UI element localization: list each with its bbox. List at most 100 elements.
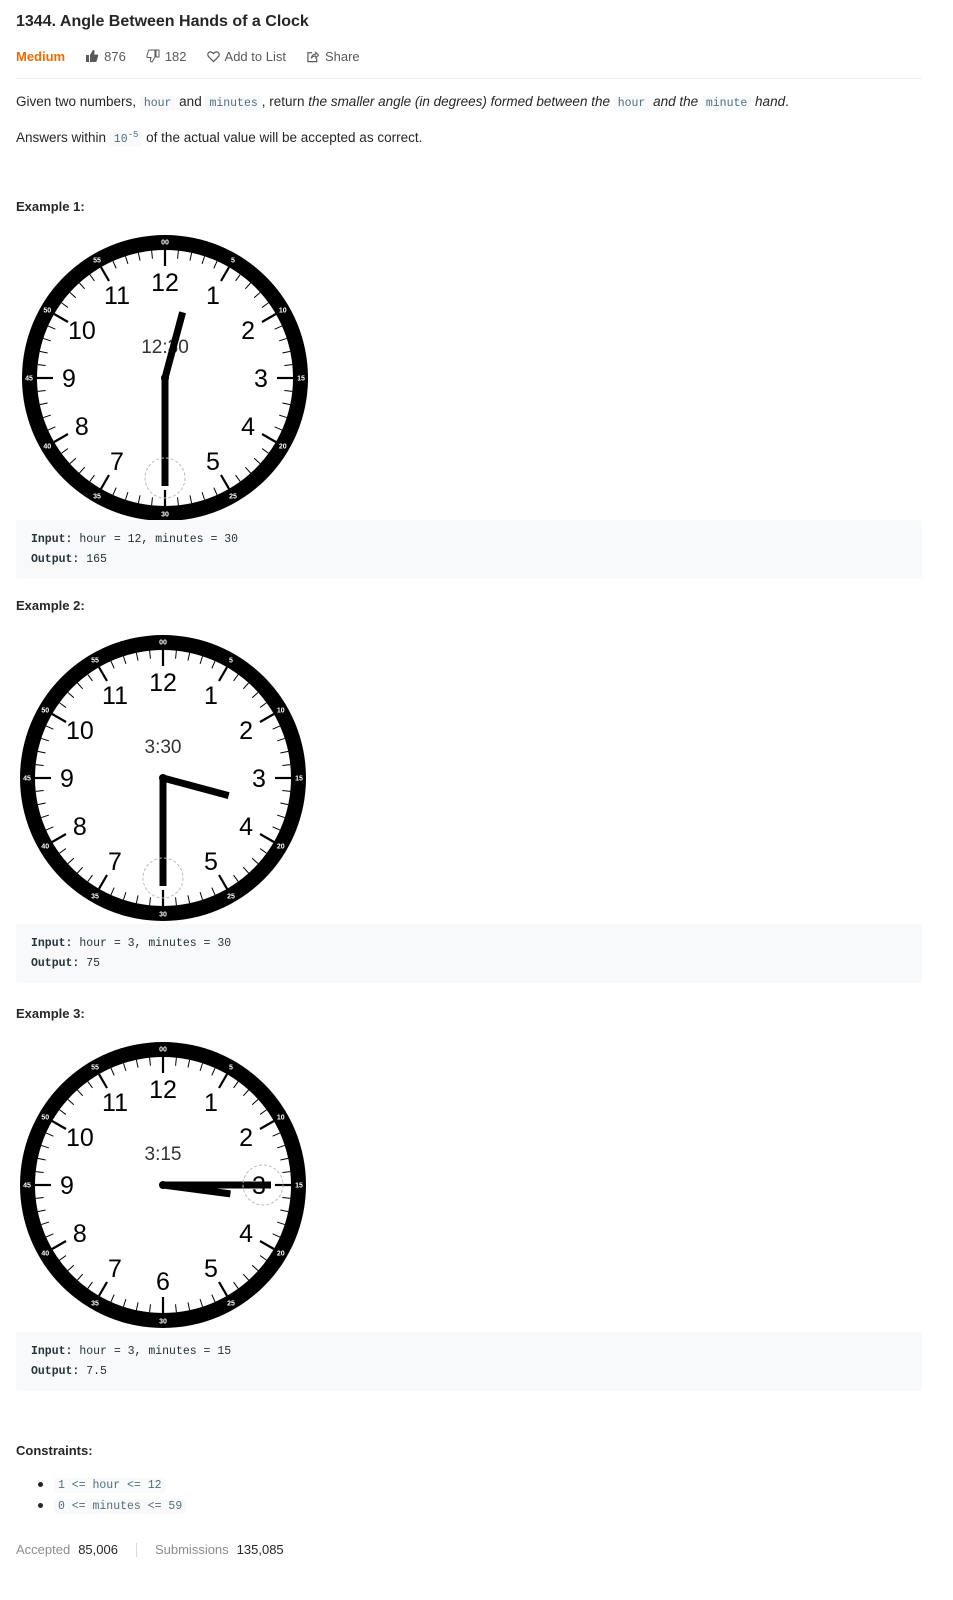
hour-numeral: 7 [108,1255,122,1283]
constraint-item: 1 <= hour <= 12 [54,1478,166,1493]
clock-illustration-example-1: 0051015202530354045505512 12345789101112:… [22,235,308,521]
heart-icon [206,50,220,62]
submission-stats: Accepted 85,006 Submissions 135,085 [16,1542,284,1557]
minute-label: 15 [295,1183,303,1190]
output-value: 7.5 [79,1365,107,1378]
clock-illustration-example-3: 005101520253035404550551212345678910113:… [20,1042,306,1328]
output-value: 75 [79,957,101,970]
tolerance-exponent: -5 [127,130,139,141]
hour-numeral: 5 [204,1255,218,1283]
minute-label: 40 [41,1251,49,1258]
input-value: hour = 12, minutes = 30 [72,533,239,546]
minute-label: 00 [159,640,167,647]
hour-numeral: 10 [68,317,96,345]
thumbs-down-icon [146,49,160,63]
hour-numeral: 8 [73,1220,87,1248]
hour-numeral: 12 [149,1076,177,1104]
hour-numeral: 1 [204,1089,218,1117]
header-divider [16,78,922,79]
minute-label: 10 [277,708,285,715]
problem-title: 1344. Angle Between Hands of a Clock [16,13,309,30]
description-emphasis: the smaller angle (in degrees) formed be… [308,94,614,109]
minute-label: 40 [41,844,49,851]
problem-meta-bar: Medium 876 182 Add to List Share [16,46,380,66]
constraints-heading: Constraints: [16,1443,93,1458]
output-label: Output: [31,957,80,970]
example-1-code-block: Input: hour = 12, minutes = 30 Output: 1… [16,520,922,579]
minute-label: 50 [41,708,49,715]
output-value: 165 [79,553,107,566]
description-text: , return [261,94,309,109]
submissions-label: Submissions [154,1542,229,1557]
minute-label: 10 [277,1115,285,1122]
hour-numeral: 11 [102,682,128,710]
add-to-list-label: Add to List [224,48,286,64]
hour-numeral: 10 [66,717,94,745]
description-text: Given two numbers, [16,94,140,109]
like-count: 876 [104,48,126,64]
stats-divider [135,1542,137,1557]
hour-numeral: 1 [204,682,218,710]
minute-label: 15 [297,376,305,383]
clock-time-label: 3:30 [145,737,182,758]
minute-label: 55 [91,658,99,665]
hour-numeral: 4 [239,1220,253,1248]
clock-time-label: 12:30 [141,337,189,358]
description-text: and [175,94,206,109]
add-to-list-button[interactable]: Add to List [206,48,286,64]
hour-numeral: 2 [239,1124,253,1152]
output-label: Output: [31,1365,80,1378]
example-2-code-block: Input: hour = 3, minutes = 30 Output: 75 [16,924,922,983]
minute-label: 40 [43,444,51,451]
minute-label: 00 [161,240,169,247]
hour-numeral: 11 [104,282,130,310]
inline-code-minute: minute [701,96,752,111]
minute-label: 25 [227,1300,235,1307]
clock-center-pin [159,774,167,782]
share-button[interactable]: Share [306,49,360,64]
hour-numeral: 6 [156,1268,170,1296]
hour-numeral: 8 [73,813,87,841]
clock-center-pin [161,374,169,382]
dislike-button[interactable]: 182 [146,49,187,64]
example-2-heading: Example 2: [16,598,85,613]
minute-label: 55 [91,1065,99,1072]
like-button[interactable]: 876 [85,49,126,64]
hour-numeral: 5 [204,848,218,876]
inline-code-tolerance: 10-5 [109,130,143,147]
description-text: . [785,94,789,109]
accepted-label: Accepted [16,1542,71,1557]
minute-label: 5 [229,658,233,665]
clock-center-pin [159,1181,167,1189]
hour-numeral: 9 [60,1172,74,1200]
minute-label: 35 [91,893,99,900]
hour-numeral: 2 [241,317,255,345]
minute-label: 5 [229,1065,233,1072]
minute-label: 45 [23,1183,31,1190]
minute-label: 50 [41,1115,49,1122]
hour-numeral: 8 [75,413,89,441]
minute-label: 30 [161,512,169,519]
minute-label: 15 [295,776,303,783]
input-label: Input: [31,533,73,546]
input-value: hour = 3, minutes = 15 [72,1345,232,1358]
minute-label: 25 [227,893,235,900]
input-value: hour = 3, minutes = 30 [72,937,232,950]
hour-numeral: 12 [149,669,177,697]
hour-numeral: 7 [108,848,122,876]
hour-numeral: 7 [110,448,124,476]
inline-code-minutes: minutes [205,96,262,111]
hour-numeral: 12 [151,269,179,297]
accepted-count: 85,006 [78,1542,118,1557]
minute-label: 35 [93,493,101,500]
description-emphasis: hand [751,94,786,109]
description-emphasis: and the [649,94,702,109]
minute-label: 20 [277,1251,285,1258]
inline-code-hour: hour [139,96,176,111]
submissions-count: 135,085 [236,1542,284,1557]
example-1-heading: Example 1: [16,199,85,214]
hour-numeral: 4 [239,813,253,841]
hour-numeral: 9 [60,765,74,793]
constraint-item: 0 <= minutes <= 59 [54,1499,187,1514]
minute-label: 25 [229,493,237,500]
